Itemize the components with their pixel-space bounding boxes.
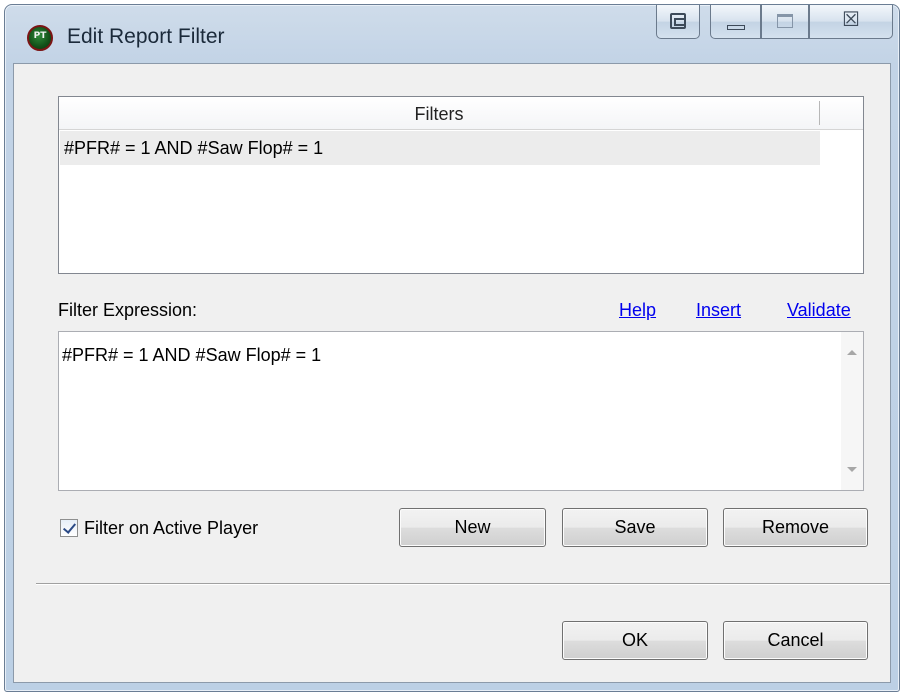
active-player-checkbox-label[interactable]: Filter on Active Player [84,518,258,539]
save-button[interactable]: Save [562,508,708,547]
checkmark-icon [62,520,77,534]
scroll-up-icon[interactable] [847,350,857,355]
title-bar[interactable]: Edit Report Filter ☒ [5,5,899,63]
ok-button[interactable]: OK [562,621,708,660]
list-item[interactable]: #PFR# = 1 AND #Saw Flop# = 1 [60,131,820,165]
dialog-client-area: Filters #PFR# = 1 AND #Saw Flop# = 1 Fil… [13,63,891,683]
vertical-scrollbar[interactable] [841,332,863,490]
window-title: Edit Report Filter [67,25,225,48]
remove-button[interactable]: Remove [723,508,868,547]
filters-list[interactable]: Filters #PFR# = 1 AND #Saw Flop# = 1 [58,96,864,274]
minimize-icon[interactable] [710,5,761,39]
close-icon: ☒ [842,9,860,31]
restore-window-icon[interactable] [656,5,700,39]
help-link[interactable]: Help [619,300,656,321]
validate-link[interactable]: Validate [787,300,851,321]
cancel-button[interactable]: Cancel [723,621,868,660]
insert-link[interactable]: Insert [696,300,741,321]
filter-expression-label: Filter Expression: [58,300,198,320]
filter-expression-textarea[interactable]: #PFR# = 1 AND #Saw Flop# = 1 [58,331,864,491]
filter-row-text: #PFR# = 1 AND #Saw Flop# = 1 [64,138,324,158]
new-button[interactable]: New [399,508,546,547]
active-player-checkbox[interactable] [60,519,78,537]
filters-header-label: Filters [414,104,464,124]
filters-column-header[interactable]: Filters [59,97,863,130]
scroll-down-icon[interactable] [847,467,857,472]
divider [36,583,890,585]
maximize-icon[interactable] [761,5,809,39]
dialog-window: Edit Report Filter ☒ Filters #PFR# = 1 A… [4,4,900,692]
column-separator[interactable] [819,101,820,125]
filter-expression-value: #PFR# = 1 AND #Saw Flop# = 1 [62,345,322,365]
close-button[interactable]: ☒ [809,5,893,39]
app-logo-icon [27,25,53,51]
